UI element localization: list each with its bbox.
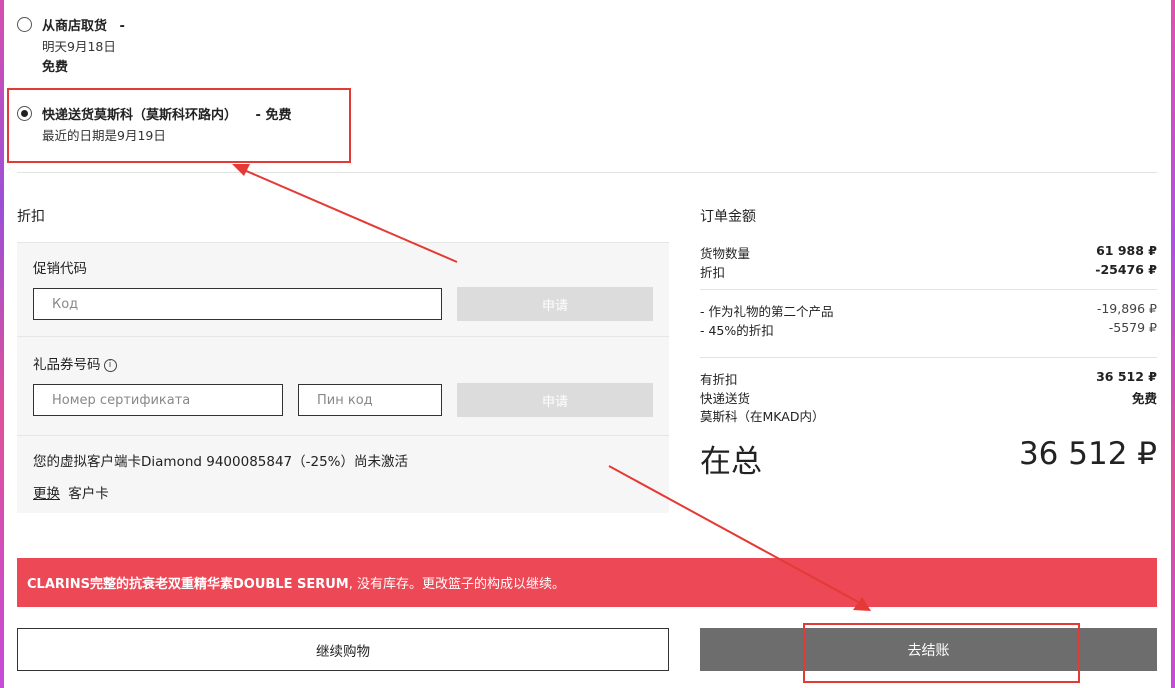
right-edge-strip [1171,0,1175,688]
summary-row-area: 莫斯科（在MKAD内） [700,406,1157,425]
pickup-radio[interactable] [17,17,32,32]
goods-label: 货物数量 [700,246,751,261]
promo-apply-button[interactable]: 申请 [457,287,653,321]
summary-divider [700,357,1157,358]
delivery-label: 快递送货 [700,391,751,406]
with-discount-value: 36 512 ₽ [1096,369,1157,384]
discount-panel [17,242,669,513]
pin-code-input[interactable] [298,384,442,416]
summary-divider [700,289,1157,290]
gift-card-label-text: 礼品券号码 [33,357,101,373]
pickup-price: 免费 [42,60,69,75]
pickup-title-text: 从商店取货 [42,19,108,34]
panel-separator [17,336,669,337]
discount-title: 折扣 [17,209,45,225]
certificate-number-input[interactable] [33,384,283,416]
total-value: 36 512 ₽ [1018,436,1157,472]
gift-card-label: 礼品券号码 i [33,353,117,373]
summary-detail-percent: - 45%的折扣 -5579 ₽ [700,320,1157,339]
gift-detail-value: -19,896 ₽ [1096,301,1157,316]
gift-detail-label: - 作为礼物的第二个产品 [700,304,834,319]
panel-separator [17,435,669,436]
summary-row-goods: 货物数量 61 988 ₽ [700,243,1157,262]
pickup-dash: - [119,19,125,34]
annotation-box-checkout [803,623,1080,683]
continue-shopping-button[interactable]: 继续购物 [17,628,669,671]
total-label: 在总 [700,444,762,480]
summary-title: 订单金额 [700,209,756,225]
section-divider [17,172,1157,173]
out-of-stock-alert: CLARINS完整的抗衰老双重精华素DOUBLE SERUM, 没有库存。更改篮… [17,558,1157,607]
promo-label: 促销代码 [33,261,87,277]
gift-apply-button[interactable]: 申请 [457,383,653,417]
delivery-area: 莫斯科（在MKAD内） [700,409,825,424]
change-card-link[interactable]: 更换 [33,486,60,502]
alert-message: , 没有库存。更改篮子的构成以继续。 [348,577,565,592]
discount-value: -25476 ₽ [1095,262,1157,277]
info-icon[interactable]: i [103,358,117,372]
loyalty-card-text: 您的虚拟客户端卡Diamond 9400085847（-25%）尚未激活 [33,454,409,470]
summary-row-with-discount: 有折扣 36 512 ₽ [700,369,1157,388]
client-card-text: 客户卡 [68,486,109,502]
percent-detail-value: -5579 ₽ [1108,320,1157,335]
pickup-option-title: 从商店取货 - [42,15,125,34]
summary-detail-gift: - 作为礼物的第二个产品 -19,896 ₽ [700,301,1157,320]
goods-value: 61 988 ₽ [1096,243,1157,258]
discount-label: 折扣 [700,265,726,280]
percent-detail-label: - 45%的折扣 [700,323,774,338]
pickup-date: 明天9月18日 [42,39,116,54]
with-discount-label: 有折扣 [700,372,738,387]
summary-row-delivery: 快递送货 免费 [700,388,1157,407]
change-card-row: 更换 客户卡 [33,482,109,502]
arrow-head-courier [232,164,250,176]
delivery-value: 免费 [1131,391,1157,406]
promo-code-input[interactable] [33,288,442,320]
summary-row-discount: 折扣 -25476 ₽ [700,262,1157,281]
alert-product-name: CLARINS完整的抗衰老双重精华素DOUBLE SERUM [27,577,349,592]
left-edge-strip [0,0,4,688]
annotation-box-courier [7,88,351,163]
